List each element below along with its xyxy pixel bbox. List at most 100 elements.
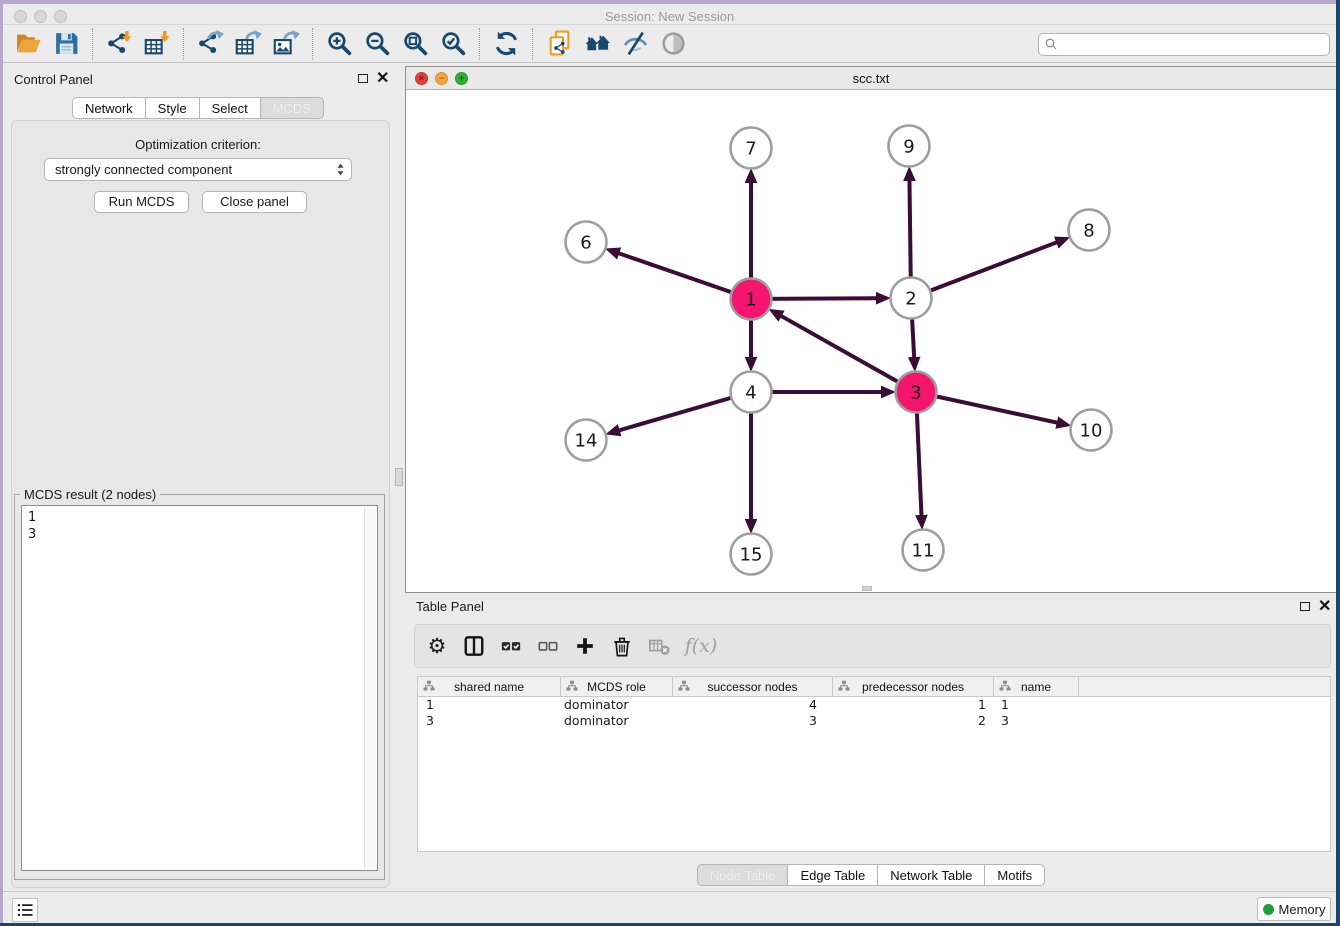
control-panel-close-icon[interactable]: ✕ xyxy=(376,73,389,85)
table-panel-close-icon[interactable]: ✕ xyxy=(1318,601,1331,613)
table-cell[interactable]: 3 xyxy=(673,713,833,729)
optimization-criterion-select[interactable]: strongly connected component xyxy=(44,158,352,181)
toolbar-separator xyxy=(183,28,184,60)
fx-button: f(x) xyxy=(681,631,721,661)
add-button[interactable] xyxy=(570,631,600,661)
graph-node-2[interactable]: 2 xyxy=(891,278,932,319)
tab-network[interactable]: Network xyxy=(72,97,146,119)
graph-edge-2-8[interactable] xyxy=(911,242,1057,298)
mcds-result-textarea[interactable]: 13 xyxy=(21,505,378,871)
column-header-predecessor-nodes[interactable]: predecessor nodes xyxy=(833,677,994,696)
table-row[interactable]: 1dominator411 xyxy=(418,697,1330,713)
graph-node-3[interactable]: 3 xyxy=(896,372,937,413)
tab-edge-table[interactable]: Edge Table xyxy=(788,864,878,886)
table-cell[interactable]: 1 xyxy=(418,697,561,713)
table-cell[interactable]: 1 xyxy=(994,697,1079,713)
column-header-label: name xyxy=(1021,680,1051,694)
tab-select[interactable]: Select xyxy=(200,97,261,119)
column-type-icon xyxy=(423,680,435,692)
network-window-title: scc.txt xyxy=(406,71,1336,86)
mcds-result-scrollbar[interactable] xyxy=(364,507,376,869)
control-panel-title: Control Panel xyxy=(14,72,93,87)
table-cell[interactable]: dominator xyxy=(561,713,673,729)
graph-node-label: 7 xyxy=(745,139,756,160)
tab-style[interactable]: Style xyxy=(146,97,200,119)
network-window-resize-grip[interactable] xyxy=(862,586,872,591)
graph-node-14[interactable]: 14 xyxy=(566,420,607,461)
trash-button[interactable] xyxy=(607,631,637,661)
table-cell[interactable]: 2 xyxy=(833,713,994,729)
select-all-checks-button[interactable] xyxy=(496,631,526,661)
tab-motifs[interactable]: Motifs xyxy=(985,864,1045,886)
graph-node-15[interactable]: 15 xyxy=(731,534,772,575)
column-type-icon xyxy=(566,680,578,692)
close-panel-button[interactable]: Close panel xyxy=(202,191,307,213)
split-columns-icon xyxy=(463,635,485,657)
graph-node-4[interactable]: 4 xyxy=(731,372,772,413)
table-cell[interactable]: 1 xyxy=(833,697,994,713)
tab-node-table[interactable]: Node Table xyxy=(697,864,789,886)
graph-node-8[interactable]: 8 xyxy=(1069,210,1110,251)
import-network-button[interactable] xyxy=(100,27,138,61)
graph-node-1[interactable]: 1 xyxy=(731,279,772,320)
control-panel-float-icon[interactable] xyxy=(358,74,368,83)
export-table-icon xyxy=(235,30,262,57)
tab-network-table[interactable]: Network Table xyxy=(878,864,985,886)
graph-node-6[interactable]: 6 xyxy=(566,222,607,263)
hide-graphics-details-button[interactable] xyxy=(616,27,654,61)
run-mcds-button[interactable]: Run MCDS xyxy=(94,191,189,213)
clone-network-button[interactable] xyxy=(540,27,578,61)
table-cell[interactable]: 3 xyxy=(994,713,1079,729)
tab-mcds[interactable]: MCDS xyxy=(261,97,324,119)
column-type-icon xyxy=(999,680,1011,692)
import-table-button[interactable] xyxy=(138,27,176,61)
column-header-name[interactable]: name xyxy=(994,677,1079,696)
memory-button[interactable]: Memory xyxy=(1257,897,1331,921)
deselect-all-checks-icon xyxy=(537,635,559,657)
zoom-fit-button[interactable] xyxy=(396,27,434,61)
open-session-button[interactable] xyxy=(9,27,47,61)
save-session-icon xyxy=(53,30,80,57)
deselect-all-checks-button[interactable] xyxy=(533,631,563,661)
graph-node-9[interactable]: 9 xyxy=(889,126,930,167)
graph-edge-3-1[interactable] xyxy=(781,316,916,392)
zoom-selected-button[interactable] xyxy=(434,27,472,61)
main-titlebar: Session: New Session xyxy=(3,4,1336,25)
column-header-MCDS-role[interactable]: MCDS role xyxy=(561,677,673,696)
home-networks-button[interactable] xyxy=(578,27,616,61)
table-cell[interactable]: 3 xyxy=(418,713,561,729)
zoom-in-button[interactable] xyxy=(320,27,358,61)
export-network-icon xyxy=(197,30,224,57)
table-row[interactable]: 3dominator323 xyxy=(418,713,1330,729)
network-window-titlebar[interactable]: × − + scc.txt xyxy=(406,67,1336,90)
graph-node-11[interactable]: 11 xyxy=(903,530,944,571)
gear-button[interactable]: ⚙ xyxy=(422,631,452,661)
refresh-layout-button[interactable] xyxy=(487,27,525,61)
export-table-button[interactable] xyxy=(229,27,267,61)
column-header-successor-nodes[interactable]: successor nodes xyxy=(673,677,833,696)
zoom-out-button[interactable] xyxy=(358,27,396,61)
delete-column-disabled-icon xyxy=(648,635,670,657)
search-input[interactable] xyxy=(1059,37,1329,53)
select-stepper-icon xyxy=(336,162,345,177)
column-type-icon xyxy=(838,680,850,692)
graph-node-7[interactable]: 7 xyxy=(731,128,772,169)
task-history-button[interactable] xyxy=(12,898,38,922)
graph-node-10[interactable]: 10 xyxy=(1071,410,1112,451)
export-image-button[interactable] xyxy=(267,27,305,61)
network-graph-canvas[interactable]: 7 9 6 8 1 2 4 3 14 10 15 11 xyxy=(406,90,1336,593)
export-network-button[interactable] xyxy=(191,27,229,61)
show-details-disabled-button[interactable] xyxy=(654,27,692,61)
split-columns-button[interactable] xyxy=(459,631,489,661)
show-details-disabled-icon xyxy=(660,30,687,57)
table-cell[interactable]: 4 xyxy=(673,697,833,713)
table-cell[interactable]: dominator xyxy=(561,697,673,713)
save-session-button[interactable] xyxy=(47,27,85,61)
panel-splitter-handle[interactable] xyxy=(395,468,403,486)
delete-column-disabled-button xyxy=(644,631,674,661)
column-header-shared-name[interactable]: shared name xyxy=(418,677,561,696)
table-panel-title: Table Panel xyxy=(416,599,484,614)
search-field[interactable] xyxy=(1038,33,1330,56)
table-panel-float-icon[interactable] xyxy=(1300,602,1310,611)
application-window: Session: New Session Control Panel ✕ Net… xyxy=(0,0,1340,926)
